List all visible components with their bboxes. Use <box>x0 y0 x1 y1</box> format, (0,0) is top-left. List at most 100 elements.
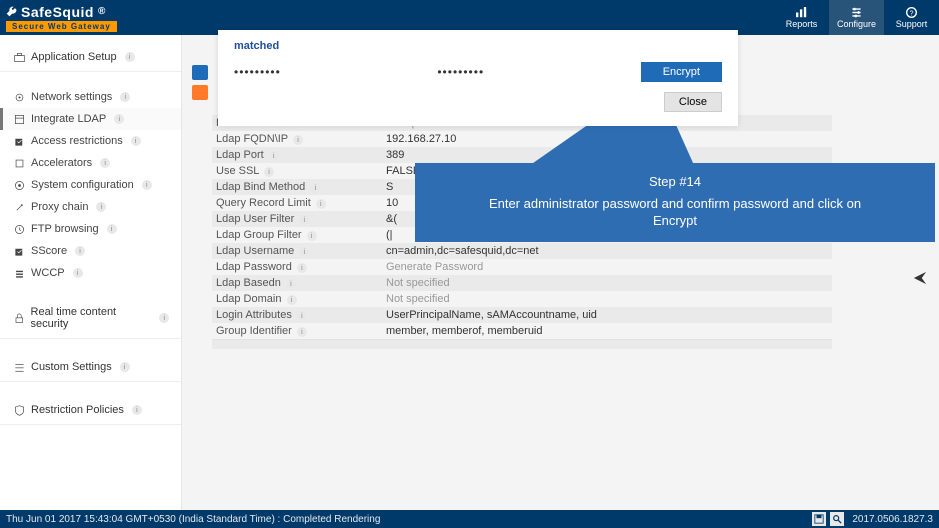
callout-body-2: Encrypt <box>429 212 921 230</box>
form-row: Ldap FQDN\IP i192.168.27.10 <box>212 131 832 147</box>
field-label: Ldap Bind Method i <box>212 181 384 194</box>
field-label: Ldap Username i <box>212 245 384 258</box>
sidebar-item-sscore[interactable]: SScorei <box>0 240 181 262</box>
panel-footer <box>212 339 832 349</box>
menu-icon <box>14 136 25 147</box>
topnav: Reports Configure ? Support <box>774 0 939 35</box>
info-icon: i <box>307 231 317 241</box>
field-label: Ldap User Filter i <box>212 213 384 226</box>
info-icon: i <box>310 183 320 193</box>
encrypt-button[interactable]: Encrypt <box>641 62 722 82</box>
field-label: Use SSL i <box>212 165 384 178</box>
info-icon: i <box>120 92 130 102</box>
nav-configure[interactable]: Configure <box>829 0 884 35</box>
form-row: Ldap Username icn=admin,dc=safesquid,dc=… <box>212 243 832 259</box>
info-icon: i <box>297 263 307 273</box>
bar-chart-icon <box>795 7 808 18</box>
info-icon: i <box>297 327 307 337</box>
sidebar-cat-rtcs[interactable]: Real time content securityi <box>0 298 181 339</box>
toolbar-orange-button[interactable] <box>192 85 208 100</box>
help-icon: ? <box>905 7 918 18</box>
sidebar-item-network-settings[interactable]: Network settingsi <box>0 86 181 108</box>
sidebar: Application Setupi Network settingsiInte… <box>0 35 182 510</box>
sidebar-item-access-restrictions[interactable]: Access restrictionsi <box>0 130 181 152</box>
menu-icon <box>14 180 25 191</box>
status-icons <box>812 512 844 526</box>
form-row: Ldap Basedn iNot specified <box>212 275 832 291</box>
info-icon: i <box>114 114 124 124</box>
brand-block: SafeSquid® Secure Web Gateway <box>0 4 117 32</box>
menu-icon <box>14 114 25 125</box>
field-value[interactable]: Not specified <box>384 293 832 305</box>
field-label: Login Attributes i <box>212 309 384 322</box>
info-icon: i <box>287 295 297 305</box>
field-value[interactable]: cn=admin,dc=safesquid,dc=net <box>384 245 832 257</box>
info-icon: i <box>107 224 117 234</box>
search-icon[interactable] <box>830 512 844 526</box>
close-button[interactable]: Close <box>664 92 722 112</box>
modal-input-row: ••••••••• ••••••••• Encrypt <box>234 62 722 82</box>
menu-icon <box>14 268 25 279</box>
menu-icon <box>14 158 25 169</box>
info-icon: i <box>159 313 169 323</box>
svg-text:?: ? <box>910 10 914 17</box>
field-label: Ldap Password i <box>212 261 384 274</box>
form-row: Ldap Password iGenerate Password <box>212 259 832 275</box>
info-icon: i <box>142 180 152 190</box>
brand-name: SafeSquid® <box>6 4 117 20</box>
info-icon: i <box>131 136 141 146</box>
callout-title: Step #14 <box>429 173 921 191</box>
sidebar-cat-restrict[interactable]: Restriction Policiesi <box>0 396 181 425</box>
sliders-icon <box>14 362 25 373</box>
nav-reports[interactable]: Reports <box>774 0 829 35</box>
info-icon: i <box>73 268 83 278</box>
menu-icon <box>14 224 25 235</box>
menu-icon <box>14 246 25 257</box>
info-icon: i <box>299 215 309 225</box>
field-label: Ldap Group Filter i <box>212 229 384 242</box>
sidebar-cat-custom[interactable]: Custom Settingsi <box>0 353 181 382</box>
tutorial-callout: Step #14 Enter administrator password an… <box>415 163 935 242</box>
field-value[interactable]: Not specified <box>384 277 832 289</box>
modal-header: matched <box>234 40 722 52</box>
sliders-icon <box>850 7 863 18</box>
sidebar-item-integrate-ldap[interactable]: Integrate LDAPi <box>0 108 181 130</box>
field-value[interactable]: UserPrincipalName, sAMAccountname, uid <box>384 309 832 321</box>
field-value[interactable]: member, memberof, memberuid <box>384 325 832 337</box>
briefcase-icon <box>14 52 25 63</box>
form-row: Ldap Port i389 <box>212 147 832 163</box>
sidebar-item-ftp-browsing[interactable]: FTP browsingi <box>0 218 181 240</box>
field-label: Query Record Limit i <box>212 197 384 210</box>
sidebar-item-proxy-chain[interactable]: Proxy chaini <box>0 196 181 218</box>
field-label: Ldap FQDN\IP i <box>212 133 384 146</box>
sidebar-item-wccp[interactable]: WCCPi <box>0 262 181 284</box>
field-label: Ldap Port i <box>212 149 384 162</box>
nav-support[interactable]: ? Support <box>884 0 939 35</box>
info-icon: i <box>286 279 296 289</box>
info-icon: i <box>100 158 110 168</box>
send-icon[interactable] <box>913 271 927 285</box>
info-icon: i <box>316 199 326 209</box>
info-icon: i <box>132 405 142 415</box>
field-label: Ldap Basedn i <box>212 277 384 290</box>
version-text: 2017.0506.1827.3 <box>852 514 933 525</box>
shield-icon <box>14 405 25 416</box>
form-row: Login Attributes iUserPrincipalName, sAM… <box>212 307 832 323</box>
status-text: Thu Jun 01 2017 15:43:04 GMT+0530 (India… <box>6 514 380 525</box>
info-icon: i <box>299 247 309 257</box>
field-value[interactable]: Generate Password <box>384 261 832 273</box>
info-icon: i <box>293 135 303 145</box>
toolbar-blue-button[interactable] <box>192 65 208 80</box>
info-icon: i <box>96 202 106 212</box>
content-toolbar <box>192 65 208 80</box>
encrypt-modal: matched ••••••••• ••••••••• Encrypt Clos… <box>218 30 738 126</box>
password-field-2[interactable]: ••••••••• <box>437 62 484 82</box>
save-icon[interactable] <box>812 512 826 526</box>
lock-icon <box>14 313 25 324</box>
form-row: Group Identifier imember, memberof, memb… <box>212 323 832 339</box>
sidebar-item-system-configuration[interactable]: System configurationi <box>0 174 181 196</box>
form-row: Ldap Domain iNot specified <box>212 291 832 307</box>
password-field-1[interactable]: ••••••••• <box>234 62 281 82</box>
sidebar-cat-app-setup[interactable]: Application Setupi <box>0 43 181 72</box>
sidebar-item-accelerators[interactable]: Acceleratorsi <box>0 152 181 174</box>
